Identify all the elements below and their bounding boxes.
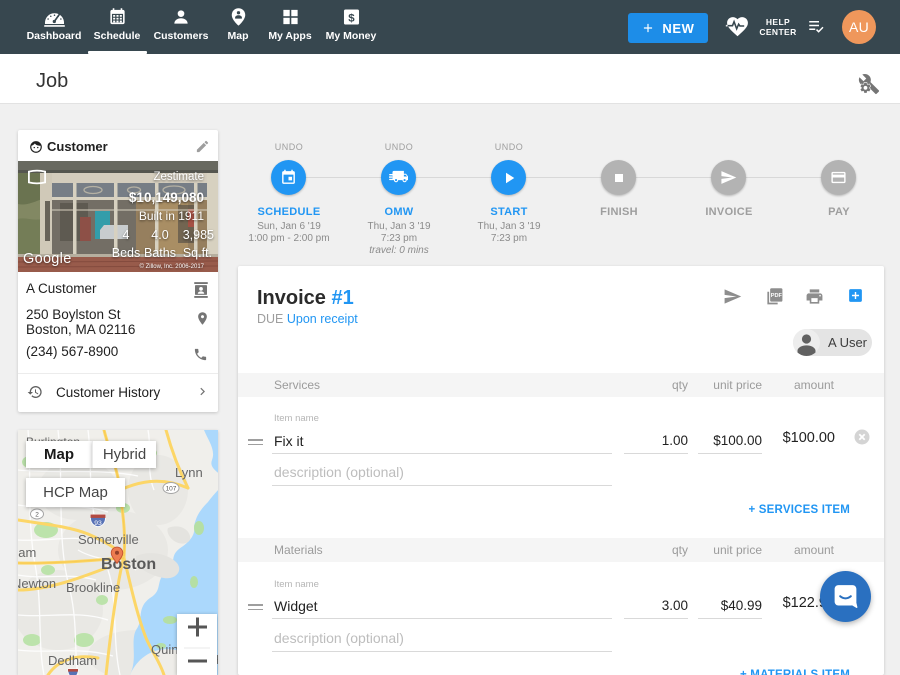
svg-text:$: $ (348, 12, 355, 24)
svg-text:ham: ham (18, 545, 36, 560)
svg-text:Dedham: Dedham (48, 653, 97, 668)
svg-text:Lynn: Lynn (175, 465, 203, 480)
svg-text:93: 93 (94, 520, 102, 527)
svg-text:Somerville: Somerville (78, 532, 139, 547)
svg-text:Brookline: Brookline (66, 580, 120, 595)
svg-text:Boston: Boston (101, 556, 156, 573)
svg-text:Newton: Newton (18, 576, 56, 591)
svg-text:PDF: PDF (771, 293, 783, 299)
svg-text:107: 107 (166, 486, 177, 493)
svg-text:2: 2 (35, 512, 39, 519)
